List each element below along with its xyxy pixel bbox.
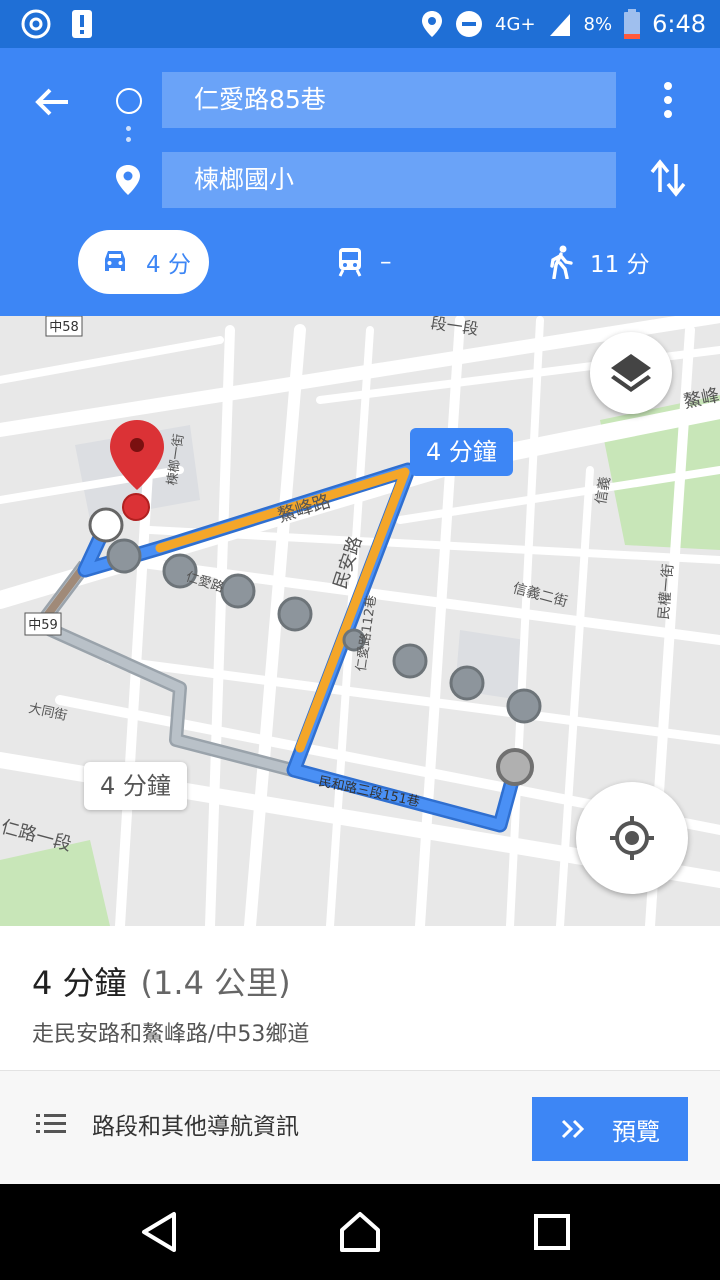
alert-icon [72, 10, 92, 38]
tab-transit[interactable]: – [336, 230, 392, 294]
more-options-icon[interactable] [650, 78, 686, 122]
layers-button[interactable] [590, 332, 672, 414]
double-chevron-icon [561, 1119, 585, 1139]
clock: 6:48 [652, 10, 706, 38]
network-type: 4G+ [495, 13, 536, 35]
destination-marker [496, 748, 534, 786]
origin-circle-icon [116, 88, 142, 114]
route-distance: (1.4 公里) [140, 964, 291, 1002]
route-summary: 4 分鐘 (1.4 公里) [32, 958, 291, 1004]
alternate-route-time-bubble[interactable]: 4 分鐘 [84, 762, 187, 810]
drive-time: 4 分 [146, 252, 191, 278]
shield-label: 中59 [28, 618, 58, 633]
route-summary-sheet[interactable]: 4 分鐘 (1.4 公里) 走民安路和鰲峰路/中53鄉道 [0, 926, 720, 1070]
transit-time: – [380, 249, 392, 275]
route-shield-zhong59: 中59 [24, 612, 62, 636]
layers-icon [611, 354, 651, 392]
preview-label: 預覽 [612, 1117, 660, 1146]
signal-icon [549, 14, 570, 36]
status-bar: 4G+ 8% 6:48 [0, 0, 720, 48]
route-via: 走民安路和鰲峰路/中53鄉道 [32, 1022, 310, 1047]
origin-input[interactable]: 仁愛路85巷 [162, 72, 616, 128]
steps-label: 路段和其他導航資訊 [92, 1114, 299, 1140]
do-not-disturb-icon [456, 11, 483, 37]
route-duration: 4 分鐘 [32, 964, 127, 1002]
walking-icon [550, 245, 573, 279]
walk-time: 11 分 [590, 252, 650, 278]
chrome-icon [21, 9, 51, 39]
destination-input[interactable]: 楝榔國小 [162, 152, 616, 208]
route-actions: 路段和其他導航資訊 預覽 [0, 1070, 720, 1184]
shield-label: 中58 [49, 320, 79, 335]
travel-mode-tabs: 4 分 – 11 分 [0, 230, 720, 296]
back-triangle-icon[interactable] [136, 1208, 184, 1256]
my-location-button[interactable] [576, 782, 688, 894]
primary-route-time-bubble[interactable]: 4 分鐘 [410, 428, 513, 476]
location-status-icon [422, 11, 443, 37]
preview-button[interactable]: 預覽 [532, 1097, 688, 1161]
train-icon [338, 248, 362, 277]
tab-drive[interactable]: 4 分 [78, 230, 209, 294]
back-arrow-icon[interactable] [30, 80, 74, 124]
battery-icon [624, 9, 641, 39]
route-connector-dots [126, 126, 132, 148]
crosshair-icon [610, 816, 654, 860]
swap-icon[interactable] [648, 156, 688, 200]
battery-percent: 8% [583, 13, 613, 35]
route-shield-zhong58: 中58 [45, 316, 83, 337]
steps-button[interactable]: 路段和其他導航資訊 [36, 1107, 299, 1141]
recents-icon[interactable] [528, 1208, 576, 1256]
origin-marker [88, 507, 124, 543]
tab-walk[interactable]: 11 分 [548, 230, 650, 294]
destination-pin-icon [116, 165, 140, 195]
system-nav-bar [0, 1184, 720, 1280]
car-icon [105, 251, 125, 271]
home-icon[interactable] [336, 1208, 384, 1256]
list-icon [36, 1114, 66, 1133]
directions-header: 仁愛路85巷 楝榔國小 4 分 – 11 分 [0, 48, 720, 316]
